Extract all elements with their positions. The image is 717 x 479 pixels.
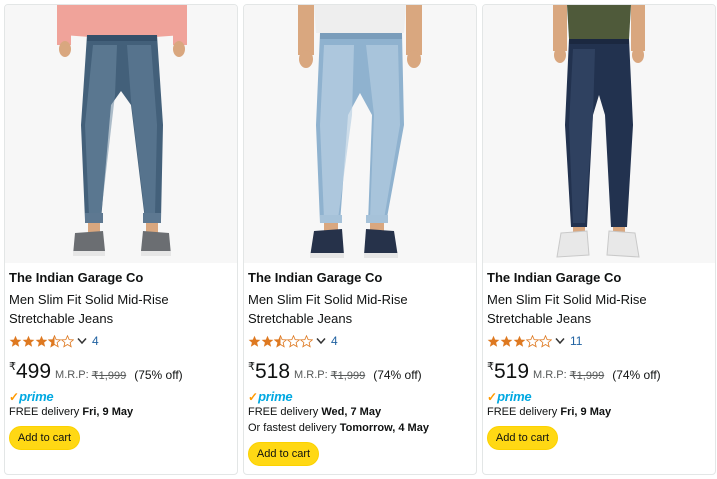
rating-count-link[interactable]: 11: [570, 334, 582, 348]
delivery-prefix: FREE delivery: [248, 406, 322, 418]
mrp-value: ₹1,999: [91, 370, 127, 382]
star-half-icon: [274, 334, 287, 348]
chevron-down-icon[interactable]: [316, 337, 326, 345]
star-full-icon: [248, 335, 261, 347]
product-brand: The Indian Garage Co: [487, 270, 622, 285]
chevron-down-icon[interactable]: [555, 337, 565, 345]
delivery-info: FREE delivery Fri, 9 May: [487, 406, 611, 418]
prime-logo: prime: [258, 389, 293, 404]
mrp-value: ₹1,999: [569, 370, 605, 382]
currency-symbol: ₹: [487, 361, 494, 373]
jeans-product-image: [5, 5, 237, 263]
delivery-prefix: FREE delivery: [9, 406, 83, 418]
prime-check-icon: ✓: [9, 390, 20, 404]
rating-count-link[interactable]: 4: [92, 334, 99, 348]
product-rating[interactable]: 4: [248, 333, 338, 349]
star-empty-icon: [287, 334, 300, 348]
mrp-label: M.R.P:: [294, 369, 328, 381]
discount-percent: (74% off): [612, 368, 661, 382]
price-value: 499: [16, 360, 52, 383]
star-empty-icon: [526, 334, 539, 348]
product-card[interactable]: The Indian Garage Co Men Slim Fit Solid …: [482, 4, 716, 475]
prime-logo: prime: [19, 389, 54, 404]
product-image[interactable]: [483, 5, 715, 263]
delivery-date: Fri, 9 May: [82, 406, 134, 418]
price-row: ₹ 519 M.R.P: ₹1,999 (74% off): [487, 360, 661, 384]
prime-check-icon: ✓: [248, 390, 259, 404]
prime-badge: ✓ prime: [9, 389, 54, 404]
currency-symbol: ₹: [248, 361, 255, 373]
star-full-icon: [487, 335, 500, 347]
star-empty-icon: [61, 334, 74, 348]
prime-badge: ✓ prime: [487, 389, 532, 404]
prime-logo: prime: [497, 389, 532, 404]
fastest-delivery-info: Or fastest delivery Tomorrow, 4 May: [248, 422, 429, 434]
product-card[interactable]: The Indian Garage Co Men Slim Fit Solid …: [4, 4, 238, 475]
product-title[interactable]: Men Slim Fit Solid Mid-Rise Stretchable …: [9, 290, 229, 328]
product-brand: The Indian Garage Co: [248, 270, 383, 285]
fastest-prefix: Or fastest delivery: [248, 422, 340, 434]
price-value: 519: [494, 360, 530, 383]
star-full-icon: [513, 335, 526, 347]
price-row: ₹ 518 M.R.P: ₹1,999 (74% off): [248, 360, 422, 384]
discount-percent: (75% off): [134, 368, 183, 382]
star-full-icon: [261, 335, 274, 347]
add-to-cart-button[interactable]: Add to cart: [9, 426, 80, 450]
delivery-info: FREE delivery Wed, 7 May: [248, 406, 381, 418]
star-full-icon: [500, 335, 513, 347]
product-title[interactable]: Men Slim Fit Solid Mid-Rise Stretchable …: [248, 290, 468, 328]
prime-badge: ✓ prime: [248, 389, 293, 404]
star-full-icon: [9, 335, 22, 347]
add-to-cart-button[interactable]: Add to cart: [487, 426, 558, 450]
prime-check-icon: ✓: [487, 390, 498, 404]
mrp-value: ₹1,999: [330, 370, 366, 382]
mrp-label: M.R.P:: [533, 369, 567, 381]
star-empty-icon: [539, 334, 552, 348]
mrp-label: M.R.P:: [55, 369, 89, 381]
currency-symbol: ₹: [9, 361, 16, 373]
delivery-info: FREE delivery Fri, 9 May: [9, 406, 133, 418]
delivery-prefix: FREE delivery: [487, 406, 561, 418]
product-image[interactable]: [244, 5, 476, 263]
rating-count-link[interactable]: 4: [331, 334, 338, 348]
product-brand: The Indian Garage Co: [9, 270, 144, 285]
chevron-down-icon[interactable]: [77, 337, 87, 345]
jeans-product-image: [483, 5, 715, 263]
price-value: 518: [255, 360, 291, 383]
delivery-date: Wed, 7 May: [321, 406, 382, 418]
product-rating[interactable]: 4: [9, 333, 99, 349]
product-image[interactable]: [5, 5, 237, 263]
product-rating[interactable]: 11: [487, 333, 582, 349]
star-empty-icon: [300, 334, 313, 348]
star-half-icon: [48, 334, 61, 348]
product-card[interactable]: The Indian Garage Co Men Slim Fit Solid …: [243, 4, 477, 475]
product-title[interactable]: Men Slim Fit Solid Mid-Rise Stretchable …: [487, 290, 707, 328]
discount-percent: (74% off): [373, 368, 422, 382]
star-full-icon: [35, 335, 48, 347]
product-grid: The Indian Garage Co Men Slim Fit Solid …: [0, 0, 717, 479]
star-full-icon: [22, 335, 35, 347]
jeans-product-image: [244, 5, 476, 263]
fastest-date: Tomorrow, 4 May: [339, 422, 429, 434]
price-row: ₹ 499 M.R.P: ₹1,999 (75% off): [9, 360, 183, 384]
add-to-cart-button[interactable]: Add to cart: [248, 442, 319, 466]
delivery-date: Fri, 9 May: [560, 406, 612, 418]
